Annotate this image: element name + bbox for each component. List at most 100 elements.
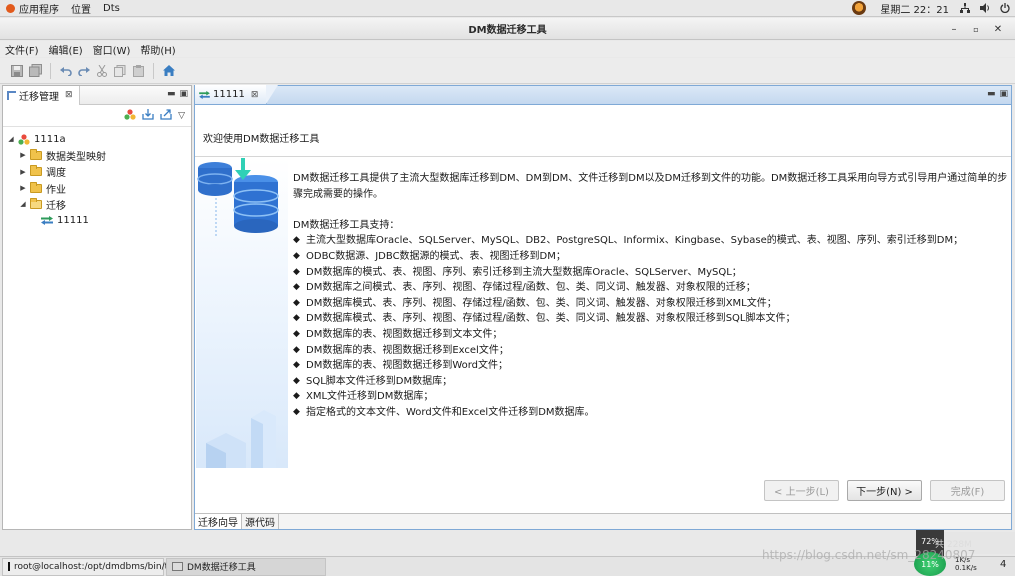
feature-text: SQL脚本文件迁移到DM数据库； <box>306 375 453 387</box>
feature-text: DM数据库的表、视图数据迁移到Excel文件； <box>306 344 509 356</box>
tab-migration-wizard[interactable]: 迁移向导 <box>195 514 242 529</box>
minimize-icon: – <box>951 23 957 35</box>
close-tab-icon[interactable]: ⊠ <box>65 90 73 100</box>
places-label: 位置 <box>71 4 91 16</box>
applications-label: 应用程序 <box>19 4 59 16</box>
window-title-bar[interactable]: DM数据迁移工具 – ▫ ✕ <box>0 18 1015 40</box>
save-all-button[interactable] <box>26 62 44 80</box>
export-icon[interactable] <box>160 108 172 123</box>
wizard-title: 欢迎使用DM数据迁移工具 <box>195 119 1011 157</box>
menu-bar: 文件(F) 编辑(E) 窗口(W) 帮助(H) <box>0 41 1015 57</box>
feature-text: DM数据库之间模式、表、序列、视图、存储过程/函数、包、类、同义词、触发器、对象… <box>306 282 756 294</box>
project-icon <box>18 134 30 145</box>
main-toolbar <box>0 58 1015 84</box>
minimize-view-icon[interactable]: ▬ <box>167 89 176 99</box>
minimize-view-icon[interactable]: ▬ <box>987 89 996 99</box>
bullet-icon: ◆ <box>293 375 300 386</box>
back-button[interactable]: < 上一步(L) <box>764 480 839 501</box>
bullet-icon: ◆ <box>293 406 300 417</box>
editor-tab-11111[interactable]: 11111 ⊠ <box>195 85 279 104</box>
current-app-menu[interactable]: Dts <box>97 0 126 17</box>
redo-icon <box>78 66 90 76</box>
tree-item-datatype-mapping[interactable]: ▶ 数据类型映射 <box>3 147 191 163</box>
migration-tree: ◢ 1111a ▶ 数据类型映射 ▶ 调度 ▶ 作业 ◢ 迁移 11111 <box>3 127 191 229</box>
feature-item: ◆ 指定格式的文本文件、Word文件和Excel文件迁移到DM数据库。 <box>293 405 1011 421</box>
cut-button[interactable] <box>93 62 111 80</box>
tree-item-project[interactable]: ◢ 1111a <box>3 131 191 147</box>
expand-arrow-icon[interactable]: ◢ <box>18 200 28 208</box>
system-top-bar: 应用程序 位置 Dts 星期二 22：21 <box>0 0 1015 17</box>
feature-text: DM数据库的模式、表、视图、序列、索引迁移到主流大型数据库Oracle、SQLS… <box>306 266 742 278</box>
feature-item: ◆ DM数据库模式、表、序列、视图、存储过程/函数、包、类、同义词、触发器、对象权… <box>293 311 1011 327</box>
close-tab-icon[interactable]: ⊠ <box>251 90 259 100</box>
database-illustration <box>196 158 288 468</box>
applications-menu[interactable]: 应用程序 <box>0 0 65 17</box>
feature-item: ◆ DM数据库的表、视图数据迁移到Excel文件； <box>293 343 1011 359</box>
save-button[interactable] <box>8 62 26 80</box>
workspace-indicator[interactable]: 4 <box>1000 559 1006 570</box>
taskbar-terminal[interactable]: root@localhost:/opt/dmdbms/bin/t··· <box>2 557 177 576</box>
finish-button[interactable]: 完成(F) <box>930 480 1005 501</box>
maximize-button[interactable]: ▫ <box>965 21 987 37</box>
menu-help[interactable]: 帮助(H) <box>137 42 178 57</box>
save-all-icon <box>28 64 42 77</box>
tree-item-migration[interactable]: ◢ 迁移 <box>3 196 191 212</box>
expand-arrow-icon[interactable]: ◢ <box>6 135 16 143</box>
panel-header: 迁移管理 ⊠ ▬ ▣ <box>3 85 191 105</box>
tree-item-label: 调度 <box>46 168 66 180</box>
home-button[interactable] <box>160 62 178 80</box>
minimize-button[interactable]: – <box>943 21 965 37</box>
clock[interactable]: 星期二 22：21 <box>874 0 955 17</box>
tree-item-migration-task[interactable]: 11111 <box>3 212 191 228</box>
editor-bottom-tabs: 迁移向导 源代码 <box>195 513 1011 529</box>
user-avatar-icon[interactable] <box>852 1 867 15</box>
folder-icon <box>30 165 42 177</box>
copy-icon <box>114 64 126 77</box>
feature-text: 主流大型数据库Oracle、SQLServer、MySQL、DB2、Postgr… <box>306 235 964 247</box>
feature-item: ◆ DM数据库的模式、表、视图、序列、索引迁移到主流大型数据库Oracle、SQL… <box>293 265 1011 281</box>
feature-item: ◆ DM数据库的表、视图数据迁移到文本文件； <box>293 327 1011 343</box>
taskbar-dm-migration-tool[interactable]: DM数据迁移工具 <box>166 557 326 576</box>
redo-button[interactable] <box>75 62 93 80</box>
network-icon[interactable] <box>959 2 971 14</box>
cut-icon <box>97 64 107 77</box>
menu-window[interactable]: 窗口(W) <box>90 42 134 57</box>
copy-button[interactable] <box>111 62 129 80</box>
bullet-icon: ◆ <box>293 266 300 277</box>
volume-icon[interactable] <box>979 2 991 14</box>
tree-item-job[interactable]: ▶ 作业 <box>3 180 191 196</box>
places-menu[interactable]: 位置 <box>65 0 97 17</box>
feature-item: ◆ 主流大型数据库Oracle、SQLServer、MySQL、DB2、Postg… <box>293 233 1011 249</box>
feature-text: DM数据库的表、视图数据迁移到Word文件； <box>306 360 509 372</box>
migration-task-icon <box>41 216 53 226</box>
undo-button[interactable] <box>57 62 75 80</box>
tree-item-label: 作业 <box>46 184 66 196</box>
save-icon <box>11 64 23 77</box>
power-icon[interactable] <box>999 2 1011 14</box>
import-icon[interactable] <box>142 108 154 123</box>
download-speed: 0.1K/s <box>955 564 977 572</box>
paste-button[interactable] <box>129 62 147 80</box>
collapse-arrow-icon[interactable]: ▶ <box>18 184 28 192</box>
menu-file[interactable]: 文件(F) <box>2 42 42 57</box>
maximize-icon: ▫ <box>973 24 979 34</box>
next-button[interactable]: 下一步(N) > <box>847 480 922 501</box>
view-menu-chevron-down-icon[interactable]: ▽ <box>178 111 185 121</box>
window-title: DM数据迁移工具 <box>468 25 547 36</box>
wizard-buttons: < 上一步(L) 下一步(N) > 完成(F) <box>764 480 1005 501</box>
bullet-icon: ◆ <box>293 250 300 261</box>
maximize-view-icon[interactable]: ▣ <box>179 89 188 99</box>
collapse-arrow-icon[interactable]: ▶ <box>18 168 28 176</box>
maximize-view-icon[interactable]: ▣ <box>999 89 1008 99</box>
menu-edit[interactable]: 编辑(E) <box>46 42 86 57</box>
tab-source-code[interactable]: 源代码 <box>242 514 279 529</box>
taskbar-terminal-label: root@localhost:/opt/dmdbms/bin/t··· <box>14 561 177 572</box>
current-app-label: Dts <box>103 2 120 14</box>
tree-item-schedule[interactable]: ▶ 调度 <box>3 164 191 180</box>
new-project-icon[interactable] <box>124 108 136 123</box>
collapse-arrow-icon[interactable]: ▶ <box>18 151 28 159</box>
close-button[interactable]: ✕ <box>987 21 1009 37</box>
bullet-icon: ◆ <box>293 344 300 355</box>
migration-manager-tab[interactable]: 迁移管理 ⊠ <box>3 85 80 105</box>
bullet-icon: ◆ <box>293 235 300 246</box>
